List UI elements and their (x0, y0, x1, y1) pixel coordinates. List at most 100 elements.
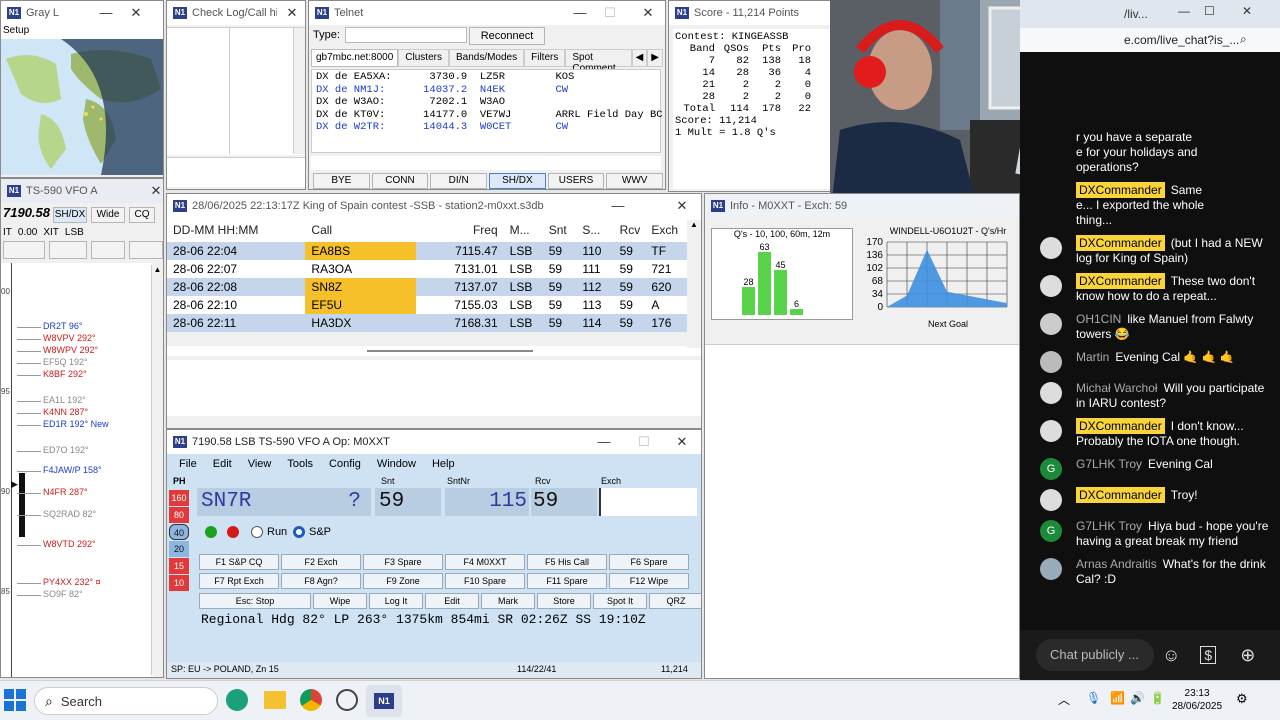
reconnect-button[interactable]: Reconnect (469, 27, 545, 45)
chat-username[interactable]: Arnas Andraitis (1076, 557, 1157, 571)
wifi-icon[interactable]: 📶 (1110, 691, 1125, 705)
telnet-type-input[interactable] (345, 27, 467, 43)
fkey-button[interactable]: F7 Rpt Exch (199, 573, 279, 589)
browser-address-bar[interactable]: e.com/live_chat?is_... ⌕ (1020, 28, 1280, 52)
avatar[interactable] (1040, 351, 1062, 373)
browser-tab-title[interactable]: /liv... (1124, 7, 1148, 21)
minimize-button[interactable]: — (565, 1, 595, 25)
file-explorer-icon[interactable] (264, 691, 286, 709)
telnet-spot-line[interactable]: DX de W3AO: 7202.1 W3AO (316, 96, 656, 109)
avatar[interactable]: G (1040, 458, 1062, 480)
bandmap-blank-button[interactable] (128, 241, 163, 259)
fkey-button[interactable]: Spot It (593, 593, 647, 609)
fkey-button[interactable]: F11 Spare (527, 573, 607, 589)
bandmap-spot[interactable]: EF5Q 192° (43, 357, 88, 367)
band-15-button[interactable]: 15 (169, 558, 189, 574)
bandmap-spot-area[interactable]: ▶ 00959085SB DR2T 96°W8VPV 292°W8WPV 292… (1, 263, 153, 677)
bandmap-blank-button[interactable] (48, 241, 87, 259)
tab-scroll-left[interactable]: ◀ (631, 49, 648, 67)
chat-message[interactable]: DXCommander These two don't know how to d… (1020, 270, 1280, 308)
bandmap-blank-button[interactable] (3, 241, 45, 259)
bandmap-spot[interactable]: ED7O 192° (43, 445, 89, 455)
chat-message[interactable]: G G7LHK Troy Evening Cal (1020, 453, 1280, 484)
super-chat-icon[interactable]: $ (1200, 646, 1217, 664)
telnet-conn-button[interactable]: CONN (371, 173, 429, 189)
cq-button[interactable]: CQ (129, 207, 155, 223)
log-titlebar[interactable]: N1 28/06/2025 22:13:17Z King of Spain co… (167, 194, 701, 218)
close-icon[interactable]: ✕ (1242, 4, 1252, 18)
band-10-button[interactable]: 10 (169, 575, 189, 591)
minimize-button[interactable]: — (91, 1, 121, 25)
avatar[interactable] (1040, 420, 1062, 442)
bandmap-spot[interactable]: N4FR 287° (43, 487, 88, 497)
fkey-button[interactable]: Log It (369, 593, 423, 609)
chat-username[interactable]: DXCommander (1076, 487, 1165, 503)
telnet-spot-list[interactable]: DX de EA5XA: 3730.9 LZ5R KOS DX de NM1J: … (311, 69, 663, 153)
bandmap-titlebar[interactable]: N1 TS-590 VFO A ✕ (1, 179, 163, 203)
chat-username[interactable]: G7LHK Troy (1076, 457, 1142, 471)
log-column-header[interactable]: S... (576, 218, 613, 242)
score-titlebar[interactable]: N1 Score - 11,214 Points (669, 1, 831, 25)
maximize-icon[interactable]: ☐ (1204, 4, 1215, 18)
checklog-list[interactable] (167, 27, 305, 155)
close-button[interactable]: ✕ (667, 194, 697, 218)
taskbar-search[interactable]: ⌕ Search (34, 687, 218, 715)
emoji-icon[interactable]: ☺ (1162, 645, 1180, 666)
log-row[interactable]: 28-06 22:07 RA3OA 7131.01 LSB 59 111 59 721 (167, 260, 701, 278)
chrome-icon[interactable] (300, 689, 322, 711)
chat-message[interactable]: DXCommander I don't know... Probably the … (1020, 415, 1280, 453)
fkey-button[interactable]: F2 Exch (281, 554, 361, 570)
fkey-button[interactable]: Edit (425, 593, 479, 609)
sp-radio[interactable] (293, 526, 305, 538)
chat-message[interactable]: Michał Warchoł Will you participate in IA… (1020, 377, 1280, 415)
edge-icon[interactable] (226, 689, 248, 711)
tab-filters[interactable]: Filters (524, 49, 566, 67)
rcv-input[interactable]: 59 (531, 488, 597, 516)
log-column-header[interactable]: Call (305, 218, 416, 242)
bandmap-spot[interactable]: ED1R 192° New (43, 419, 109, 429)
scrollbar[interactable] (293, 28, 305, 154)
chat-username[interactable]: DXCommander (1076, 418, 1165, 434)
minimize-icon[interactable]: — (1178, 4, 1190, 18)
tab-scroll-right[interactable]: ▶ (647, 49, 663, 67)
log-column-header[interactable]: Snt (543, 218, 577, 242)
close-button[interactable]: ✕ (121, 1, 151, 25)
log-table-body[interactable]: 28-06 22:04 EA8BS 7115.47 LSB 59 110 59 TF 28-06… (167, 242, 701, 332)
chat-message[interactable]: OH1CIN like Manuel from Falwty towers 😂 (1020, 308, 1280, 346)
minimize-button[interactable]: — (603, 194, 633, 218)
zoom-icon[interactable]: ⌕ (1240, 32, 1247, 47)
avatar[interactable] (1040, 313, 1062, 335)
avatar[interactable]: G (1040, 520, 1062, 542)
volume-icon[interactable]: 🔊 (1130, 691, 1145, 705)
clock[interactable]: 23:13 28/06/2025 (1172, 687, 1222, 713)
chat-username[interactable]: Michał Warchoł (1076, 381, 1158, 395)
snt-input[interactable]: 59 (375, 488, 441, 516)
chat-username[interactable]: G7LHK Troy (1076, 519, 1142, 533)
close-button[interactable]: ✕ (633, 1, 663, 25)
chat-message[interactable]: G G7LHK Troy Hiya bud - hope you're having… (1020, 515, 1280, 553)
chat-message-list[interactable]: r you have a separate e for your holiday… (1020, 126, 1280, 630)
avatar[interactable] (1040, 489, 1062, 511)
log-row[interactable]: 28-06 22:04 EA8BS 7115.47 LSB 59 110 59 TF (167, 242, 701, 260)
menu-help[interactable]: Help (432, 458, 455, 470)
bandmap-blank-button[interactable] (90, 241, 125, 259)
bandmap-spot[interactable]: K4NN 287° (43, 407, 88, 417)
bandmap-spot[interactable]: K8BF 292° (43, 369, 87, 379)
chat-message[interactable]: DXCommander Same e... I exported the whol… (1020, 179, 1280, 232)
chat-message[interactable]: r you have a separate e for your holiday… (1020, 126, 1280, 179)
chat-message[interactable]: DXCommander Troy! (1020, 484, 1280, 515)
microphone-icon[interactable]: 🎙 (1086, 691, 1101, 705)
log-column-header[interactable]: Rcv (614, 218, 646, 242)
fkey-button[interactable]: F12 Wipe (609, 573, 689, 589)
chat-username[interactable]: Martin (1076, 350, 1109, 364)
fkey-button[interactable]: F6 Spare (609, 554, 689, 570)
telnet-spot-line[interactable]: DX de NM1J: 14037.2 N4EK CW (316, 84, 656, 97)
log-row[interactable]: 28-06 22:10 EF5U 7155.03 LSB 59 113 59 A (167, 296, 701, 314)
avatar[interactable] (1040, 131, 1062, 153)
bandmap-spot[interactable]: DR2T 96° (43, 321, 82, 331)
log-table-header[interactable]: DD-MM HH:MM Call Freq M... Snt S... Rcv Exch (167, 218, 701, 242)
tab-clusters[interactable]: Clusters (398, 49, 449, 67)
menu-window[interactable]: Window (377, 458, 416, 470)
band-20-button[interactable]: 20 (169, 541, 189, 557)
chat-message[interactable]: Arnas Andraitis What's for the drink Cal?… (1020, 553, 1280, 591)
